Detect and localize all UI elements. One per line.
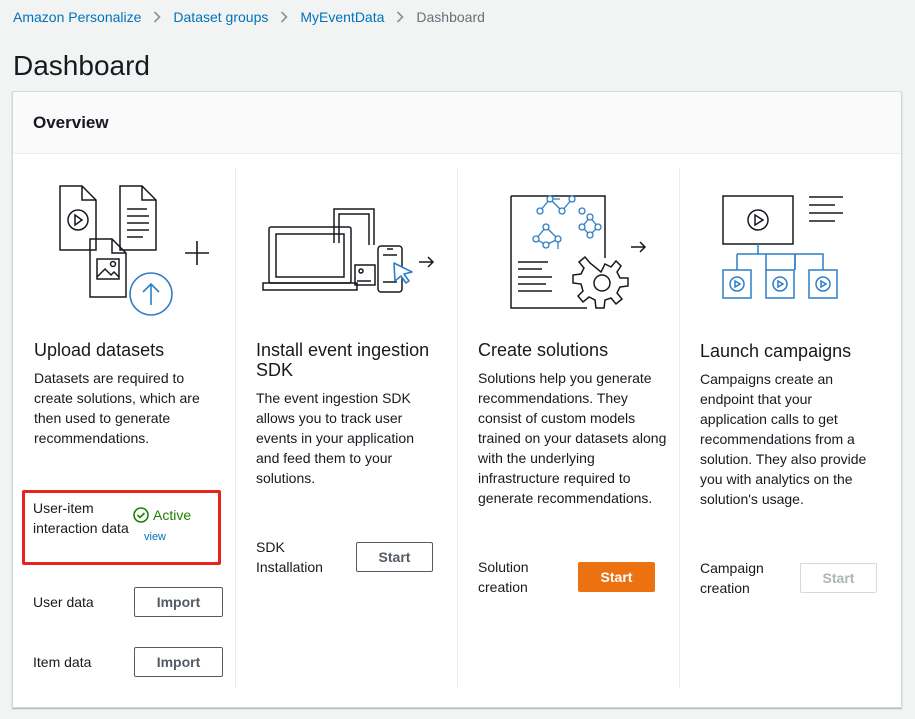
upload-datasets-description: Datasets are required to create solution… <box>34 370 200 446</box>
install-sdk-description: The event ingestion SDK allows you to tr… <box>256 390 414 486</box>
column-divider <box>235 168 236 688</box>
launch-campaigns-description: Campaigns create an endpoint that your a… <box>700 371 867 507</box>
launch-campaigns-illustration <box>722 195 843 299</box>
cursor-icon <box>393 262 413 284</box>
sdk-start-button[interactable]: Start <box>356 542 433 572</box>
install-sdk-illustration <box>262 208 435 293</box>
launch-campaigns-title: Launch campaigns <box>700 341 852 361</box>
upload-datasets-title: Upload datasets <box>34 340 165 360</box>
campaign-creation-label: Campaign creation <box>700 560 764 596</box>
page-title: Dashboard <box>13 50 150 81</box>
solution-start-button[interactable]: Start <box>578 562 655 592</box>
breadcrumb-dataset-groups[interactable]: Dataset groups <box>173 8 268 26</box>
breadcrumb-amazon-personalize[interactable]: Amazon Personalize <box>13 8 141 26</box>
item-data-label: Item data <box>33 654 92 670</box>
user-data-label: User data <box>33 594 94 610</box>
sdk-installation-label: SDK Installation <box>256 539 323 575</box>
user-data-import-button[interactable]: Import <box>134 587 223 617</box>
view-link[interactable]: view <box>144 531 166 543</box>
upload-icon <box>129 272 173 316</box>
launch-campaigns-column: Launch campaigns Campaigns create an end… <box>700 169 900 689</box>
play-icon <box>722 244 838 299</box>
chevron-right-icon <box>153 11 162 23</box>
create-solutions-column: Create solutions Solutions help you gene… <box>478 169 678 689</box>
status-badge: Active <box>133 507 191 523</box>
network-icon <box>532 195 602 249</box>
campaign-start-button[interactable]: Start <box>800 563 877 593</box>
breadcrumb: Amazon Personalize Dataset groups MyEven… <box>13 8 485 26</box>
breadcrumb-myeventdata[interactable]: MyEventData <box>300 8 384 26</box>
create-solutions-description: Solutions help you generate recommendati… <box>478 370 667 506</box>
install-sdk-column: Install event ingestion SDK The event in… <box>256 169 456 689</box>
overview-panel: Overview Upload datasets Datasets are re… <box>12 91 902 708</box>
overview-header: Overview <box>13 92 901 154</box>
install-sdk-title: Install event ingestion SDK <box>256 340 430 380</box>
column-divider <box>457 168 458 688</box>
chevron-right-icon <box>396 11 405 23</box>
upload-datasets-illustration <box>59 185 209 316</box>
gear-icon <box>572 255 629 309</box>
create-solutions-illustration <box>510 195 647 309</box>
breadcrumb-current: Dashboard <box>416 9 485 25</box>
column-divider <box>679 168 680 688</box>
solution-creation-label: Solution creation <box>478 559 529 595</box>
item-data-import-button[interactable]: Import <box>134 647 223 677</box>
chevron-right-icon <box>280 11 288 23</box>
user-item-interaction-label: User-item interaction data <box>33 500 129 536</box>
check-circle-icon <box>133 507 149 523</box>
status-text: Active <box>153 507 192 523</box>
create-solutions-title: Create solutions <box>478 340 609 360</box>
